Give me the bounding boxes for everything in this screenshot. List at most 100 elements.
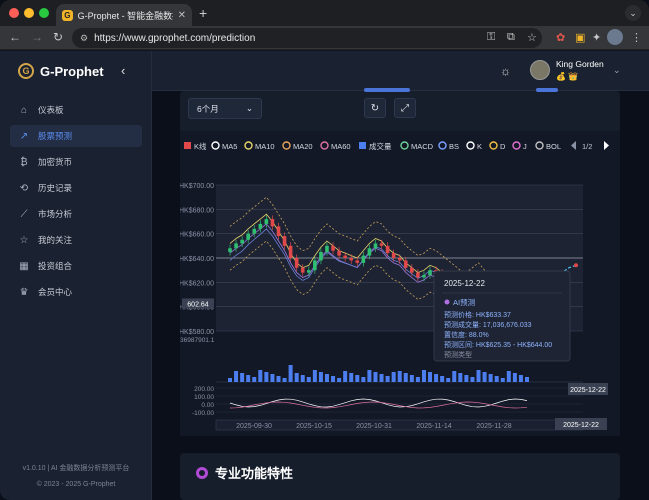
close-tab-icon[interactable]: ✕ bbox=[178, 10, 186, 21]
browser-menu-icon[interactable]: ⋮ bbox=[631, 31, 642, 44]
volume-bar bbox=[367, 370, 372, 382]
brand[interactable]: G G-Prophet bbox=[18, 63, 104, 79]
fullscreen-button[interactable]: ⤢ bbox=[394, 98, 416, 118]
volume-bar bbox=[324, 374, 329, 382]
volume-bar bbox=[282, 378, 287, 382]
legend-swatch bbox=[438, 141, 447, 150]
close-window-button[interactable] bbox=[9, 8, 19, 18]
kline-chart-svg[interactable]: K线 MA5 MA10 MA20 MA60 成交量 MACD BS K D J BOL 1/2 HK$70… bbox=[179, 131, 620, 436]
extension-fox-icon[interactable]: ▣ bbox=[575, 31, 585, 44]
trend-icon: ↗ bbox=[19, 130, 29, 142]
sidebar-item-label: 我的关注 bbox=[38, 235, 73, 245]
x-tick-label: 2025-11-14 bbox=[416, 423, 451, 430]
y-tick-label: HK$580.00 bbox=[180, 329, 214, 336]
volume-bar bbox=[518, 375, 523, 382]
legend-label: D bbox=[500, 142, 506, 151]
candle-body bbox=[416, 272, 420, 278]
time-range-select[interactable]: 6个月 ⌄ bbox=[188, 98, 262, 119]
sidebar-item-crypto[interactable]: ₿ 加密货币 bbox=[10, 151, 142, 173]
back-icon[interactable]: ← bbox=[9, 30, 21, 44]
legend-swatch bbox=[489, 141, 498, 150]
theme-toggle-sun-icon[interactable]: ☼ bbox=[500, 64, 511, 78]
volume-bar bbox=[240, 373, 245, 382]
legend-swatch bbox=[359, 142, 366, 149]
volume-bar bbox=[452, 371, 457, 382]
candle-body bbox=[385, 245, 390, 254]
candle-body bbox=[428, 270, 432, 276]
volume-bar bbox=[337, 378, 342, 382]
forward-icon[interactable]: → bbox=[31, 30, 43, 44]
install-app-icon[interactable]: ⧉ bbox=[507, 31, 515, 44]
candle-body bbox=[270, 219, 275, 227]
legend-label: 成交量 bbox=[369, 141, 392, 151]
volume-bar bbox=[312, 370, 317, 382]
sidebar-item-watchlist[interactable]: ☆ 我的关注 bbox=[10, 229, 142, 251]
sidebar-item-stock-prediction[interactable]: ↗ 股票预测 bbox=[10, 125, 142, 147]
key-icon[interactable]: ⚿ bbox=[487, 31, 495, 44]
volume-bar bbox=[355, 375, 360, 382]
profile-avatar[interactable] bbox=[607, 29, 623, 45]
user-name[interactable]: King Gorden bbox=[556, 59, 604, 69]
new-tab-button[interactable]: + bbox=[199, 5, 207, 21]
tooltip-row: 预测类型 bbox=[444, 350, 472, 359]
kline-chart[interactable]: K线 MA5 MA10 MA20 MA60 成交量 MACD BS K D J BOL 1/2 HK$70… bbox=[179, 131, 620, 436]
candle-body bbox=[349, 258, 354, 261]
user-badges: 💰 👑 bbox=[556, 72, 579, 81]
candle-body bbox=[264, 219, 269, 224]
volume-bar bbox=[379, 374, 384, 382]
candle-body bbox=[288, 245, 293, 258]
candle-body bbox=[331, 245, 335, 251]
site-settings-icon[interactable]: ⚙ bbox=[80, 33, 88, 44]
collapse-sidebar-icon[interactable]: ‹ bbox=[121, 63, 125, 78]
sidebar-item-portfolio[interactable]: ▦ 投资组合 bbox=[10, 255, 142, 277]
legend-label: BOL bbox=[546, 142, 561, 151]
sidebar-nav: ⌂ 仪表板 ↗ 股票预测 ₿ 加密货币 ⟲ 历史记录 ⟋ 市场分析 ☆ 我的关注 bbox=[10, 99, 142, 307]
address-bar[interactable]: ⚙ https://www.gprophet.com/prediction bbox=[72, 28, 542, 48]
extension-icon[interactable]: ✿ bbox=[556, 31, 565, 44]
y-tick-label: HK$680.00 bbox=[180, 207, 214, 214]
legend-swatch bbox=[244, 141, 253, 150]
bookmark-star-icon[interactable]: ☆ bbox=[527, 31, 537, 44]
volume-bar bbox=[288, 365, 293, 382]
legend-label: BS bbox=[449, 142, 459, 151]
x-tick-label: 2025-10-15 bbox=[296, 423, 332, 430]
browser-tab[interactable]: G G-Prophet - 智能金融数据分析平台 ✕ bbox=[56, 4, 192, 26]
candle-body bbox=[397, 258, 402, 261]
sidebar-item-market-analysis[interactable]: ⟋ 市场分析 bbox=[10, 203, 142, 225]
features-title-text: 专业功能特性 bbox=[215, 466, 294, 481]
volume-bar bbox=[488, 374, 493, 382]
sidebar-item-history[interactable]: ⟲ 历史记录 bbox=[10, 177, 142, 199]
candle-body bbox=[228, 248, 232, 252]
volume-bar bbox=[349, 373, 354, 382]
candle-body bbox=[294, 258, 299, 268]
dashboard-icon: ⌂ bbox=[20, 104, 28, 116]
legend-swatch bbox=[535, 141, 544, 150]
volume-bar bbox=[397, 371, 402, 382]
legend-page-indicator: 1/2 bbox=[582, 142, 592, 151]
extensions-puzzle-icon[interactable]: ✦ bbox=[592, 31, 601, 44]
reload-icon[interactable]: ↻ bbox=[53, 30, 63, 44]
volume-bar bbox=[506, 371, 511, 382]
chevron-down-icon[interactable]: ⌄ bbox=[613, 65, 621, 76]
volume-bar bbox=[234, 371, 239, 382]
legend-swatch bbox=[211, 141, 220, 150]
tooltip-row: 预测价格: HK$633.37 bbox=[444, 310, 511, 319]
refresh-chart-button[interactable]: ↻ bbox=[364, 98, 386, 118]
history-icon: ⟲ bbox=[19, 182, 29, 194]
candle-body bbox=[258, 223, 263, 229]
volume-bar bbox=[458, 373, 463, 382]
minimize-window-button[interactable] bbox=[24, 8, 34, 18]
legend-prev-icon bbox=[571, 141, 576, 150]
tooltip-title: AI预测 bbox=[453, 297, 475, 307]
tab-search-button[interactable]: ⌄ bbox=[625, 5, 641, 21]
tooltip-row: 预测区间: HK$625.35 - HK$644.00 bbox=[444, 340, 552, 349]
volume-bar bbox=[246, 375, 251, 382]
sidebar-item-dashboard[interactable]: ⌂ 仪表板 bbox=[10, 99, 142, 121]
avatar[interactable] bbox=[530, 60, 550, 80]
sidebar-item-membership[interactable]: ♛ 会员中心 bbox=[10, 281, 142, 303]
legend-label: K bbox=[477, 142, 482, 151]
zoom-window-button[interactable] bbox=[39, 8, 49, 18]
candle-body bbox=[300, 267, 305, 273]
candle-body bbox=[252, 228, 257, 234]
legend-next-icon bbox=[604, 141, 609, 150]
